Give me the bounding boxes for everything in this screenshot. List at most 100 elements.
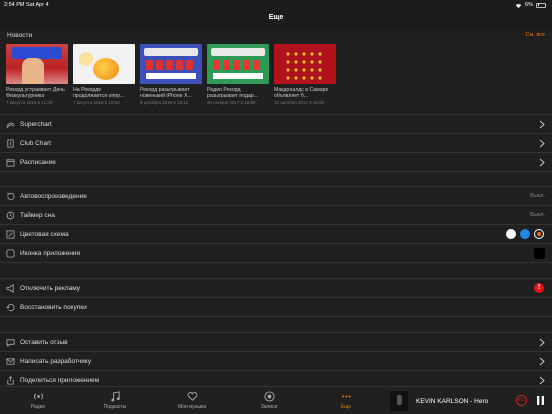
row-label: Автовоспроизведение <box>20 193 87 200</box>
autoplay-value: Выкл. <box>530 193 545 199</box>
chevron-right-icon <box>539 120 545 129</box>
row-share-app[interactable]: Поделиться приложением <box>0 371 552 386</box>
row-write-developer[interactable]: Написать разработчику <box>0 352 552 371</box>
tab-label: Моя музыка <box>177 404 207 410</box>
row-label: Superchart <box>20 121 52 128</box>
row-label: Цветовая схема <box>20 231 69 238</box>
tab-label: Подкасты <box>103 404 127 410</box>
news-section-title: Новости <box>7 32 33 39</box>
news-title: Рекорд разыгрывает новенький iPhone X... <box>140 87 192 99</box>
app-icon-icon <box>6 249 15 258</box>
tab-podcasts[interactable]: Подкасты <box>95 391 135 410</box>
chevron-right-icon <box>539 357 545 366</box>
tab-radio[interactable]: Радио <box>18 391 58 410</box>
news-title: На Рекорде продолжается опер... <box>73 87 125 99</box>
color-swatch-blue[interactable] <box>520 229 530 239</box>
news-thumbnail <box>6 44 68 84</box>
news-date: 7 августа 2018 в 10:50 <box>73 100 120 105</box>
news-thumbnail <box>73 44 135 84</box>
news-thumbnail <box>207 44 269 84</box>
row-club-chart[interactable]: Club Chart <box>0 134 552 153</box>
tab-bar: Радио Подкасты Моя музыка Записи Еще KEV… <box>0 386 552 414</box>
news-card[interactable]: Рекорд устраивает День Физкультурника 7 … <box>6 44 68 108</box>
row-label: Таймер сна <box>20 212 55 219</box>
rec-icon <box>263 391 275 402</box>
news-date: 20 октября 2017 в 16:50 <box>274 100 325 105</box>
news-title: Рекорд устраивает День Физкультурника <box>6 87 65 99</box>
record-button[interactable]: REC <box>516 395 527 406</box>
news-title: Макдоналдс в Самаре объявляет б... <box>274 87 329 99</box>
chevron-right-icon <box>539 338 545 347</box>
news-card[interactable]: Радио Рекорд разыгрывает подар... 30 ноя… <box>207 44 269 108</box>
row-label: Отключить рекламу <box>20 285 81 292</box>
alert-badge: ! <box>534 283 544 293</box>
tab-label: Радио <box>30 404 46 410</box>
status-date: Sat Apr 4 <box>26 2 49 8</box>
row-sleep-timer[interactable]: Таймер сна Выкл. <box>0 206 552 225</box>
row-app-icon[interactable]: Иконка приложения <box>0 244 552 263</box>
row-restore-purchases[interactable]: Восстановить покупки <box>0 298 552 317</box>
restore-icon <box>6 304 15 312</box>
page-title: Еще <box>268 14 284 21</box>
battery-icon <box>536 2 546 8</box>
news-date: 30 ноября 2017 в 18:50 <box>207 100 256 105</box>
color-swatches <box>506 229 544 239</box>
row-superchart[interactable]: Superchart <box>0 115 552 134</box>
tab-my-music[interactable]: Моя музыка <box>172 391 212 410</box>
settings-section: Автовоспроизведение Выкл. Таймер сна Вык… <box>0 186 552 263</box>
charts-section: Superchart Club Chart Расписание <box>0 114 552 172</box>
music-note-icon <box>110 391 120 402</box>
more-icon <box>341 395 351 398</box>
row-label: Поделиться приложением <box>20 377 100 384</box>
row-schedule[interactable]: Расписание <box>0 153 552 172</box>
row-label: Оставить отзыв <box>20 339 68 346</box>
calendar-icon <box>6 159 15 167</box>
color-swatch-orange[interactable] <box>534 229 544 239</box>
tab-recordings[interactable]: Записи <box>249 391 289 410</box>
palette-icon <box>6 230 15 239</box>
news-carousel[interactable]: Рекорд устраивает День Физкультурника 7 … <box>6 44 336 108</box>
more-content[interactable]: Новости См. все Рекорд устраивает День Ф… <box>0 30 552 386</box>
chevron-right-icon <box>539 158 545 167</box>
sleep-timer-value: Выкл. <box>530 212 545 218</box>
row-label: Восстановить покупки <box>20 304 87 311</box>
chevron-right-icon <box>539 376 545 385</box>
tab-more[interactable]: Еще <box>326 391 366 410</box>
row-disable-ads[interactable]: Отключить рекламу ! <box>0 279 552 298</box>
news-card[interactable]: На Рекорде продолжается опер... 7 август… <box>73 44 135 108</box>
tab-label: Записи <box>260 404 278 410</box>
share-icon <box>7 376 14 385</box>
chevron-right-icon <box>539 139 545 148</box>
status-bar: 2:54 PM Sat Apr 4 6% <box>0 0 552 10</box>
mail-icon <box>6 358 15 365</box>
row-color-scheme: Цветовая схема <box>0 225 552 244</box>
see-all-link[interactable]: См. все <box>526 32 545 38</box>
row-leave-review[interactable]: Оставить отзыв <box>0 333 552 352</box>
review-icon <box>6 339 15 347</box>
superchart-icon <box>6 122 15 129</box>
battery-percent: 6% <box>525 2 533 8</box>
news-thumbnail <box>140 44 202 84</box>
timer-icon <box>6 211 15 220</box>
app-icon-preview <box>534 248 545 259</box>
radio-icon <box>33 393 43 400</box>
news-date: 5 декабря 2018 в 16:12 <box>140 100 189 105</box>
now-playing-track: KEVIN KARLSON - Hero <box>416 398 489 405</box>
news-title: Радио Рекорд разыгрывает подар... <box>207 87 259 99</box>
row-label: Расписание <box>20 159 56 166</box>
news-card[interactable]: Рекорд разыгрывает новенький iPhone X...… <box>140 44 202 108</box>
news-thumbnail <box>274 44 336 84</box>
news-header: Новости См. все <box>7 32 545 42</box>
pause-icon[interactable] <box>537 396 544 405</box>
news-card[interactable]: Макдоналдс в Самаре объявляет б... 20 ок… <box>274 44 336 108</box>
row-autoplay[interactable]: Автовоспроизведение Выкл. <box>0 187 552 206</box>
color-swatch-white[interactable] <box>506 229 516 239</box>
status-time: 2:54 PM <box>4 2 25 8</box>
row-label: Иконка приложения <box>20 250 81 257</box>
news-date: 7 августа 2018 в 11:00 <box>6 100 53 105</box>
club-chart-icon <box>7 139 14 148</box>
tab-label: Еще <box>340 404 352 410</box>
row-label: Club Chart <box>20 140 52 147</box>
purchases-section: Отключить рекламу ! Восстановить покупки <box>0 278 552 317</box>
mini-player[interactable]: KEVIN KARLSON - Hero REC <box>390 391 552 411</box>
